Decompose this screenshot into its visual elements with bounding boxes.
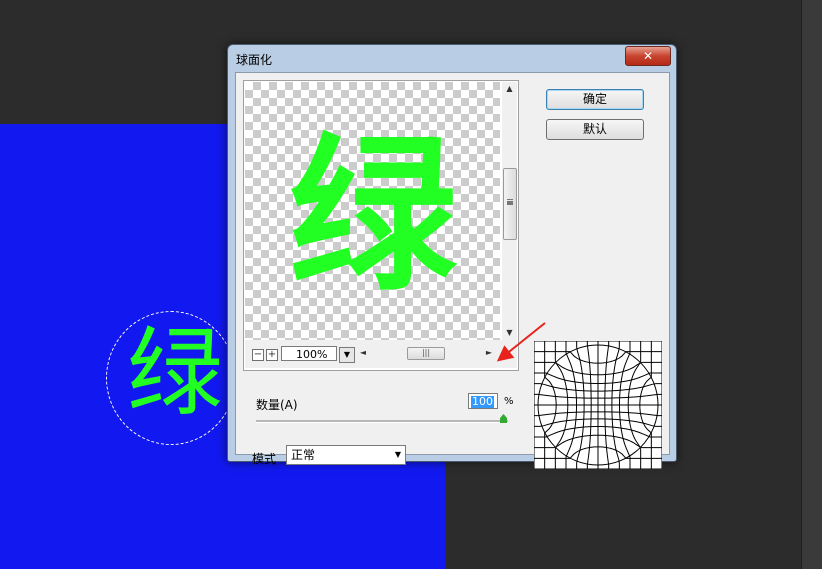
dialog-titlebar[interactable]: 球面化 ✕ [228, 45, 676, 71]
vertical-scroll-thumb[interactable] [503, 168, 517, 240]
close-icon: ✕ [642, 49, 654, 63]
amount-unit: % [504, 396, 514, 407]
spherize-dialog: 球面化 ✕ 绿 ▲ ▼ − + 100% ▼ ◄ ||| ► 确定 默认 数量(… [227, 44, 677, 470]
zoom-level[interactable]: 100% [281, 346, 337, 361]
preview-horizontal-scrollbar[interactable]: ◄ ||| ► [357, 346, 495, 360]
preview-vertical-scrollbar[interactable]: ▲ ▼ [502, 82, 517, 340]
amount-slider-thumb[interactable] [500, 414, 507, 423]
amount-input[interactable]: 100 [468, 393, 498, 409]
sphere-grid-preview [533, 340, 663, 470]
mode-selected-value: 正常 [291, 448, 316, 462]
zoom-out-button[interactable]: − [252, 349, 264, 361]
scroll-up-icon[interactable]: ▲ [502, 82, 517, 96]
close-button[interactable]: ✕ [625, 46, 671, 66]
dialog-body: 绿 ▲ ▼ − + 100% ▼ ◄ ||| ► 确定 默认 数量(A) 100… [235, 72, 670, 470]
scroll-right-icon[interactable]: ► [483, 346, 495, 360]
zoom-dropdown-icon[interactable]: ▼ [339, 347, 355, 363]
dropdown-arrow-icon: ▼ [394, 450, 401, 459]
amount-slider-track[interactable] [256, 420, 508, 423]
zoom-in-button[interactable]: + [266, 349, 278, 361]
preview-toolbar: − + 100% ▼ ◄ ||| ► [245, 340, 517, 368]
mode-label: 模式 [252, 452, 277, 466]
mode-select[interactable]: 正常 ▼ [286, 445, 406, 465]
canvas-glyph: 绿 [127, 317, 223, 429]
dialog-title: 球面化 [236, 53, 273, 67]
grip-icon [507, 199, 513, 201]
amount-label: 数量(A) [256, 398, 298, 412]
sphere-grid-icon [533, 340, 663, 470]
horizontal-scroll-thumb[interactable]: ||| [407, 347, 445, 360]
preview-area[interactable]: 绿 [245, 82, 500, 340]
preview-panel: 绿 ▲ ▼ − + 100% ▼ ◄ ||| ► [243, 80, 519, 371]
ok-button[interactable]: 确定 [546, 89, 644, 110]
default-button[interactable]: 默认 [546, 119, 644, 140]
amount-value: 100 [471, 395, 494, 408]
preview-svg: 绿 [289, 118, 458, 314]
scroll-left-icon[interactable]: ◄ [357, 346, 369, 360]
app-right-panel[interactable] [801, 0, 822, 569]
scroll-down-icon[interactable]: ▼ [502, 326, 517, 340]
preview-glyph: 绿 [289, 118, 458, 314]
